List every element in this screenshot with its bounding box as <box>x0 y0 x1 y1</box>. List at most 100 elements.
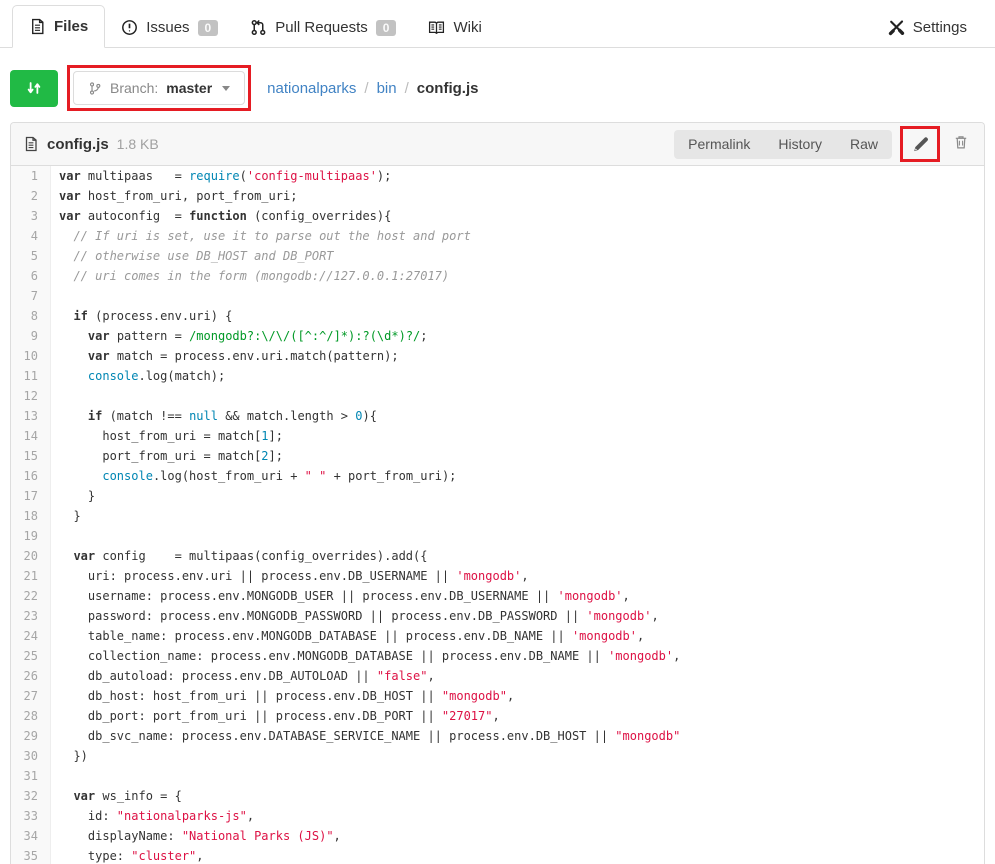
code-line: table_name: process.env.MONGODB_DATABASE… <box>51 626 644 646</box>
line-number[interactable]: 5 <box>11 246 51 266</box>
line-number[interactable]: 31 <box>11 766 51 786</box>
code-line: var match = process.env.uri.match(patter… <box>51 346 399 366</box>
breadcrumb-dir-link[interactable]: bin <box>377 80 397 97</box>
code-row: 10 var match = process.env.uri.match(pat… <box>11 346 984 366</box>
line-number[interactable]: 28 <box>11 706 51 726</box>
code-row: 20 var config = multipaas(config_overrid… <box>11 546 984 566</box>
breadcrumb-repo-link[interactable]: nationalparks <box>267 80 356 97</box>
edit-file-button[interactable] <box>909 133 931 155</box>
code-line: db_svc_name: process.env.DATABASE_SERVIC… <box>51 726 680 746</box>
code-line: if (process.env.uri) { <box>51 306 232 326</box>
line-number[interactable]: 11 <box>11 366 51 386</box>
file-icon <box>23 136 39 152</box>
compare-icon <box>25 79 43 97</box>
tab-issues[interactable]: Issues 0 <box>105 7 234 48</box>
code-line: type: "cluster", <box>51 846 204 864</box>
code-row: 25 collection_name: process.env.MONGODB_… <box>11 646 984 666</box>
code-table: 1var multipaas = require('config-multipa… <box>11 166 984 864</box>
delete-file-button[interactable] <box>950 132 972 154</box>
tab-pull-requests[interactable]: Pull Requests 0 <box>234 7 412 48</box>
line-number[interactable]: 1 <box>11 166 51 186</box>
line-number[interactable]: 17 <box>11 486 51 506</box>
code-line: uri: process.env.uri || process.env.DB_U… <box>51 566 529 586</box>
line-number[interactable]: 10 <box>11 346 51 366</box>
line-number[interactable]: 29 <box>11 726 51 746</box>
line-number[interactable]: 20 <box>11 546 51 566</box>
code-row: 3var autoconfig = function (config_overr… <box>11 206 984 226</box>
code-row: 5 // otherwise use DB_HOST and DB_PORT <box>11 246 984 266</box>
line-number[interactable]: 30 <box>11 746 51 766</box>
compare-button[interactable] <box>10 70 58 107</box>
line-number[interactable]: 16 <box>11 466 51 486</box>
line-number[interactable]: 2 <box>11 186 51 206</box>
line-number[interactable]: 8 <box>11 306 51 326</box>
line-number[interactable]: 25 <box>11 646 51 666</box>
file-icon <box>29 18 46 35</box>
line-number[interactable]: 19 <box>11 526 51 546</box>
code-row: 15 port_from_uri = match[2]; <box>11 446 984 466</box>
line-number[interactable]: 14 <box>11 426 51 446</box>
code-line: console.log(host_from_uri + " " + port_f… <box>51 466 456 486</box>
tab-settings[interactable]: Settings <box>872 7 983 48</box>
line-number[interactable]: 27 <box>11 686 51 706</box>
code-line: db_host: host_from_uri || process.env.DB… <box>51 686 514 706</box>
code-row: 31 <box>11 766 984 786</box>
line-number[interactable]: 3 <box>11 206 51 226</box>
line-number[interactable]: 34 <box>11 826 51 846</box>
issue-icon <box>121 19 138 36</box>
code-row: 16 console.log(host_from_uri + " " + por… <box>11 466 984 486</box>
code-row: 28 db_port: port_from_uri || process.env… <box>11 706 984 726</box>
file-size: 1.8 KB <box>117 136 159 152</box>
line-number[interactable]: 22 <box>11 586 51 606</box>
tab-files[interactable]: Files <box>12 5 105 48</box>
tab-pull-requests-label: Pull Requests <box>275 19 368 36</box>
code-row: 12 <box>11 386 984 406</box>
line-number[interactable]: 24 <box>11 626 51 646</box>
chevron-down-icon <box>222 86 230 91</box>
breadcrumb-current-file: config.js <box>417 80 479 97</box>
code-line: displayName: "National Parks (JS)", <box>51 826 341 846</box>
line-number[interactable]: 15 <box>11 446 51 466</box>
breadcrumb: nationalparks / bin / config.js <box>267 80 478 97</box>
code-row: 4 // If uri is set, use it to parse out … <box>11 226 984 246</box>
line-number[interactable]: 12 <box>11 386 51 406</box>
code-row: 32 var ws_info = { <box>11 786 984 806</box>
edit-button-annotation-box <box>900 126 940 162</box>
line-number[interactable]: 33 <box>11 806 51 826</box>
breadcrumb-separator: / <box>364 80 368 97</box>
code-row: 26 db_autoload: process.env.DB_AUTOLOAD … <box>11 666 984 686</box>
code-row: 23 password: process.env.MONGODB_PASSWOR… <box>11 606 984 626</box>
pull-request-icon <box>250 19 267 36</box>
breadcrumb-separator: / <box>405 80 409 97</box>
code-line: if (match !== null && match.length > 0){ <box>51 406 377 426</box>
code-line: var autoconfig = function (config_overri… <box>51 206 391 226</box>
code-line: username: process.env.MONGODB_USER || pr… <box>51 586 630 606</box>
tab-issues-label: Issues <box>146 19 189 36</box>
line-number[interactable]: 26 <box>11 666 51 686</box>
wiki-icon <box>428 19 445 36</box>
code-line <box>51 766 59 786</box>
code-row: 30 }) <box>11 746 984 766</box>
code-row: 33 id: "nationalparks-js", <box>11 806 984 826</box>
line-number[interactable]: 4 <box>11 226 51 246</box>
line-number[interactable]: 18 <box>11 506 51 526</box>
line-number[interactable]: 9 <box>11 326 51 346</box>
line-number[interactable]: 35 <box>11 846 51 864</box>
code-line <box>51 386 59 406</box>
line-number[interactable]: 23 <box>11 606 51 626</box>
line-number[interactable]: 6 <box>11 266 51 286</box>
file-header: config.js 1.8 KB Permalink History Raw <box>11 123 984 166</box>
permalink-button[interactable]: Permalink <box>674 130 764 159</box>
code-row: 35 type: "cluster", <box>11 846 984 864</box>
tab-wiki[interactable]: Wiki <box>412 7 497 48</box>
branch-selector[interactable]: Branch: master <box>73 71 245 105</box>
code-line <box>51 286 59 306</box>
code-line: var config = multipaas(config_overrides)… <box>51 546 427 566</box>
raw-button[interactable]: Raw <box>836 130 892 159</box>
line-number[interactable]: 32 <box>11 786 51 806</box>
code-row: 29 db_svc_name: process.env.DATABASE_SER… <box>11 726 984 746</box>
history-button[interactable]: History <box>764 130 836 159</box>
line-number[interactable]: 13 <box>11 406 51 426</box>
line-number[interactable]: 21 <box>11 566 51 586</box>
line-number[interactable]: 7 <box>11 286 51 306</box>
